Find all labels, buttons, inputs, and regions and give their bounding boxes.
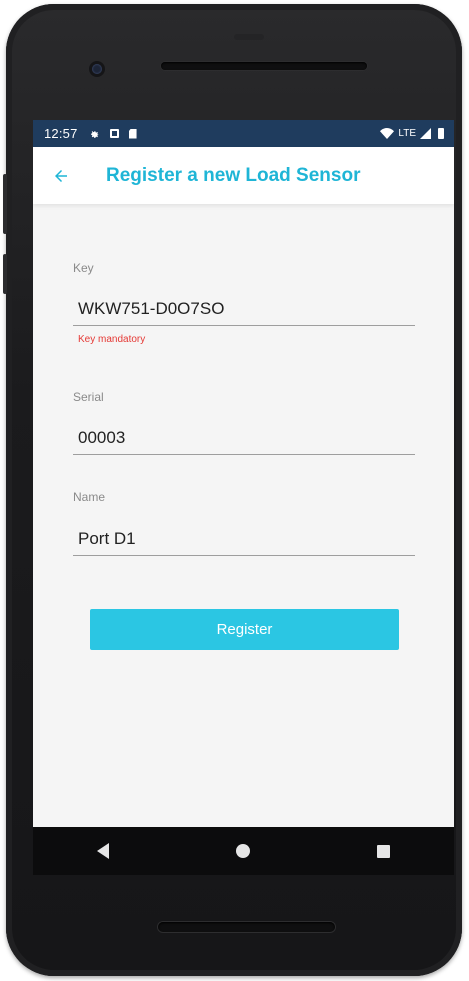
- key-error-text: Key mandatory: [78, 334, 146, 345]
- battery-icon: [438, 128, 444, 139]
- front-camera: [92, 64, 102, 74]
- settings-icon: [88, 128, 100, 140]
- status-right-group: LTE: [380, 128, 444, 139]
- wifi-icon: [380, 128, 395, 139]
- recents-square-icon[interactable]: [377, 844, 391, 858]
- network-label: LTE: [398, 128, 416, 139]
- signal-icon: [420, 128, 431, 139]
- serial-input[interactable]: [73, 421, 415, 455]
- back-triangle-icon[interactable]: [96, 843, 109, 859]
- power-button: [3, 254, 7, 294]
- navigation-bar: [33, 827, 454, 875]
- status-time: 12:57: [44, 126, 78, 141]
- bottom-speaker: [158, 922, 335, 932]
- a-icon: [109, 129, 119, 138]
- serial-label: Serial: [73, 390, 104, 404]
- status-bar: 12:57 LTE: [33, 120, 454, 147]
- top-sensor: [234, 34, 264, 40]
- page-title: Register a new Load Sensor: [106, 164, 361, 186]
- name-label: Name: [73, 490, 106, 504]
- back-arrow-icon[interactable]: [49, 164, 73, 188]
- key-label: Key: [73, 261, 94, 275]
- top-speaker: [161, 62, 367, 70]
- name-input[interactable]: [73, 522, 415, 556]
- register-button[interactable]: Register: [90, 609, 399, 650]
- app-screen: 12:57 LTE Register a new Load Sensor Key…: [33, 120, 454, 827]
- sd-card-icon: [128, 128, 137, 139]
- home-circle-icon[interactable]: [235, 844, 250, 858]
- volume-button: [3, 174, 7, 234]
- app-bar: Register a new Load Sensor: [33, 147, 454, 204]
- key-input[interactable]: [73, 292, 415, 326]
